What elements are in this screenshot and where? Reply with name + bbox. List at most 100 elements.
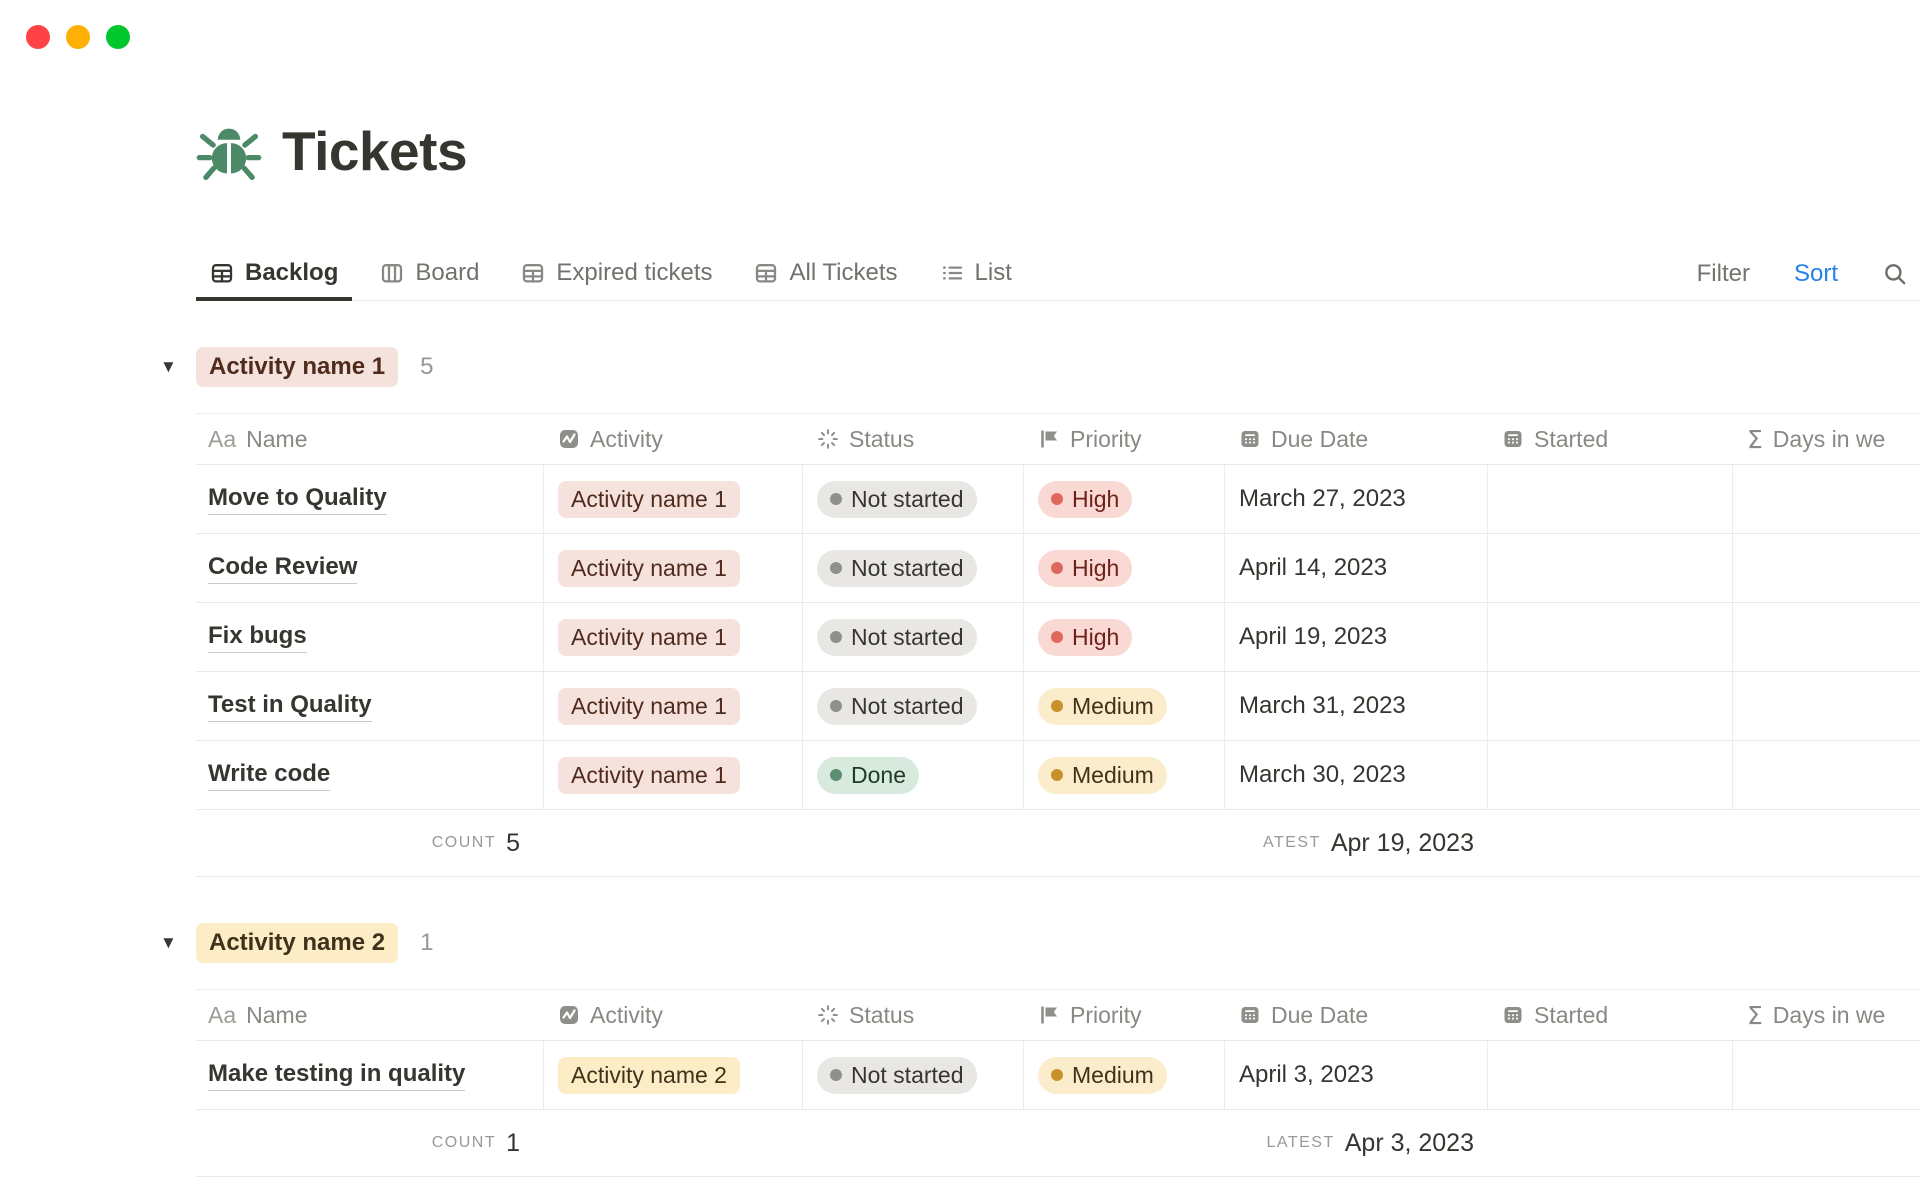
tab-label: List [975, 259, 1012, 287]
search-icon[interactable] [1882, 261, 1908, 287]
footer-empty[interactable] [1024, 810, 1225, 876]
column-header-priority[interactable]: Priority [1024, 990, 1225, 1040]
cell-days-in-week[interactable] [1733, 741, 1920, 809]
cell-due-date[interactable]: April 3, 2023 [1225, 1041, 1488, 1109]
footer-empty[interactable] [1733, 810, 1920, 876]
column-header-due-date[interactable]: Due Date [1225, 414, 1488, 464]
cell-days-in-week[interactable] [1733, 534, 1920, 602]
filter-button[interactable]: Filter [1697, 260, 1750, 288]
footer-empty[interactable] [1733, 1110, 1920, 1176]
column-header-status[interactable]: Status [803, 414, 1024, 464]
cell-started[interactable] [1488, 465, 1733, 533]
footer-empty[interactable] [803, 1110, 1024, 1176]
column-header-priority[interactable]: Priority [1024, 414, 1225, 464]
column-header-name[interactable]: Aa Name [196, 990, 544, 1040]
cell-due-date[interactable]: March 30, 2023 [1225, 741, 1488, 809]
page-title[interactable]: Tickets [282, 119, 467, 183]
cell-started[interactable] [1488, 534, 1733, 602]
tab-board[interactable]: Board [366, 248, 493, 301]
table-row: Move to Quality Activity name 1 Not star… [196, 465, 1920, 534]
cell-priority[interactable]: High [1024, 465, 1225, 533]
cell-name[interactable]: Write code [196, 741, 544, 809]
column-header-due-date[interactable]: Due Date [1225, 990, 1488, 1040]
group-name-pill[interactable]: Activity name 1 [196, 347, 398, 387]
cell-name[interactable]: Code Review [196, 534, 544, 602]
zoom-window-button[interactable] [106, 25, 130, 49]
table-icon [754, 261, 778, 285]
tab-all-tickets[interactable]: All Tickets [740, 248, 911, 301]
cell-activity[interactable]: Activity name 2 [544, 1041, 803, 1109]
cell-activity[interactable]: Activity name 1 [544, 534, 803, 602]
cell-activity[interactable]: Activity name 1 [544, 741, 803, 809]
cell-priority[interactable]: High [1024, 603, 1225, 671]
cell-name[interactable]: Test in Quality [196, 672, 544, 740]
ticket-title: Fix bugs [208, 622, 307, 653]
cell-status[interactable]: Not started [803, 534, 1024, 602]
status-dot [830, 493, 842, 505]
group-collapse-toggle[interactable]: ▼ [160, 933, 196, 953]
cell-name[interactable]: Fix bugs [196, 603, 544, 671]
cell-due-date[interactable]: March 27, 2023 [1225, 465, 1488, 533]
sigma-icon: Σ [1747, 1001, 1763, 1030]
column-label: Days in we [1773, 1002, 1885, 1029]
cell-started[interactable] [1488, 603, 1733, 671]
footer-count[interactable]: COUNT 5 [196, 810, 544, 876]
close-window-button[interactable] [26, 25, 50, 49]
footer-count[interactable]: COUNT 1 [196, 1110, 544, 1176]
cell-priority[interactable]: High [1024, 534, 1225, 602]
column-header-activity[interactable]: Activity [544, 990, 803, 1040]
cell-status[interactable]: Not started [803, 603, 1024, 671]
cell-days-in-week[interactable] [1733, 672, 1920, 740]
column-header-activity[interactable]: Activity [544, 414, 803, 464]
footer-empty[interactable] [1488, 810, 1733, 876]
column-header-days-in-week[interactable]: Σ Days in we [1733, 414, 1920, 464]
minimize-window-button[interactable] [66, 25, 90, 49]
cell-name[interactable]: Move to Quality [196, 465, 544, 533]
footer-empty[interactable] [1024, 1110, 1225, 1176]
cell-days-in-week[interactable] [1733, 603, 1920, 671]
cell-status[interactable]: Done [803, 741, 1024, 809]
tab-expired-tickets[interactable]: Expired tickets [507, 248, 726, 301]
cell-days-in-week[interactable] [1733, 1041, 1920, 1109]
cell-activity[interactable]: Activity name 1 [544, 603, 803, 671]
priority-pill: Medium [1038, 1057, 1167, 1094]
cell-started[interactable] [1488, 672, 1733, 740]
cell-priority[interactable]: Medium [1024, 672, 1225, 740]
column-header-status[interactable]: Status [803, 990, 1024, 1040]
column-label: Started [1534, 426, 1608, 453]
cell-due-date[interactable]: March 31, 2023 [1225, 672, 1488, 740]
footer-empty[interactable] [544, 1110, 803, 1176]
cell-days-in-week[interactable] [1733, 465, 1920, 533]
column-header-started[interactable]: Started [1488, 414, 1733, 464]
cell-due-date[interactable]: April 14, 2023 [1225, 534, 1488, 602]
cell-priority[interactable]: Medium [1024, 1041, 1225, 1109]
cell-due-date[interactable]: April 19, 2023 [1225, 603, 1488, 671]
column-header-days-in-week[interactable]: Σ Days in we [1733, 990, 1920, 1040]
cell-activity[interactable]: Activity name 1 [544, 465, 803, 533]
footer-latest-due-date[interactable]: ATEST Apr 19, 2023 [1225, 810, 1488, 876]
table-row: Make testing in quality Activity name 2 … [196, 1041, 1920, 1110]
group-collapse-toggle[interactable]: ▼ [160, 357, 196, 377]
footer-empty[interactable] [803, 810, 1024, 876]
table-footer-row: COUNT 1 LATEST Apr 3, 2023 [196, 1110, 1920, 1177]
cell-status[interactable]: Not started [803, 672, 1024, 740]
group-name-pill[interactable]: Activity name 2 [196, 923, 398, 963]
bug-icon[interactable] [196, 119, 262, 183]
tab-backlog[interactable]: Backlog [196, 248, 352, 301]
cell-status[interactable]: Not started [803, 1041, 1024, 1109]
footer-empty[interactable] [544, 810, 803, 876]
column-header-started[interactable]: Started [1488, 990, 1733, 1040]
footer-latest-due-date[interactable]: LATEST Apr 3, 2023 [1225, 1110, 1488, 1176]
cell-started[interactable] [1488, 1041, 1733, 1109]
cell-status[interactable]: Not started [803, 465, 1024, 533]
cell-activity[interactable]: Activity name 1 [544, 672, 803, 740]
sort-button[interactable]: Sort [1794, 260, 1838, 288]
status-pill: Done [817, 757, 919, 794]
column-label: Name [246, 1002, 307, 1029]
tab-list[interactable]: List [926, 248, 1026, 301]
footer-empty[interactable] [1488, 1110, 1733, 1176]
column-header-name[interactable]: Aa Name [196, 414, 544, 464]
cell-started[interactable] [1488, 741, 1733, 809]
cell-priority[interactable]: Medium [1024, 741, 1225, 809]
cell-name[interactable]: Make testing in quality [196, 1041, 544, 1109]
